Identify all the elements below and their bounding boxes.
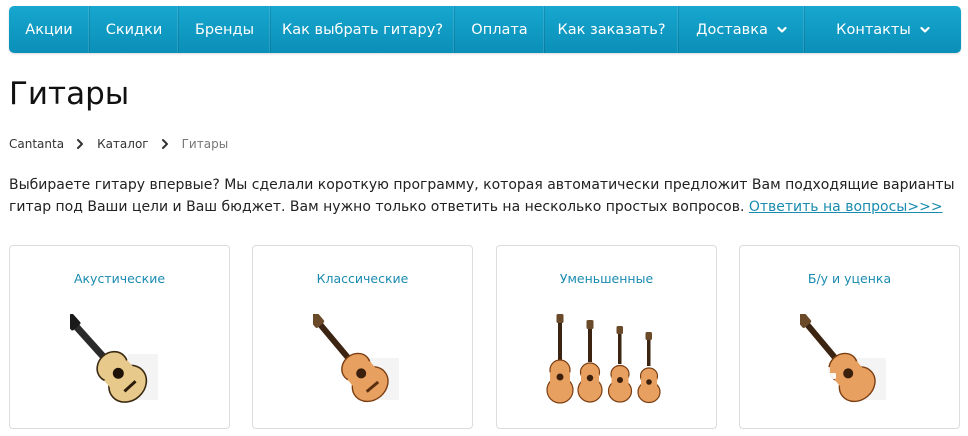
page-title: Гитары	[9, 76, 130, 112]
category-label: Б/у и уценка	[807, 271, 892, 286]
nav-item-label: Контакты	[836, 21, 911, 38]
nav-item-label: Оплата	[471, 21, 528, 38]
nav-item-how-to-choose[interactable]: Как выбрать гитару?	[271, 6, 455, 53]
breadcrumb: Cantanta Каталог Гитары	[9, 137, 228, 151]
nav-item-promotions[interactable]: Акции	[9, 6, 90, 53]
nav-item-label: Акции	[25, 21, 73, 38]
nav-item-discounts[interactable]: Скидки	[90, 6, 179, 53]
nav-item-contacts[interactable]: Контакты	[805, 6, 961, 53]
intro-text: Выбираете гитару впервые? Мы сделали кор…	[9, 174, 959, 218]
acoustic-guitar-icon	[69, 314, 170, 406]
chevron-down-icon	[920, 25, 930, 35]
chevron-right-icon	[161, 138, 169, 150]
category-card-reduced[interactable]: Уменьшенные	[496, 245, 717, 429]
nav-item-label: Бренды	[194, 21, 255, 38]
chevron-right-icon	[76, 138, 84, 150]
category-label: Акустические	[73, 271, 166, 286]
category-card-acoustic[interactable]: Акустические	[9, 245, 230, 429]
category-card-classical[interactable]: Классические	[252, 245, 473, 429]
breadcrumb-home[interactable]: Cantanta	[9, 137, 64, 151]
questionnaire-link[interactable]: Ответить на вопросы>>>	[749, 199, 943, 215]
category-label: Уменьшенные	[559, 271, 654, 286]
main-nav: Акции Скидки Бренды Как выбрать гитару? …	[9, 6, 961, 53]
category-label: Классические	[316, 271, 409, 286]
classical-guitar-icon	[312, 314, 413, 406]
nav-item-how-to-order[interactable]: Как заказать?	[545, 6, 679, 53]
reduced-guitars-icon	[542, 314, 672, 406]
nav-item-payment[interactable]: Оплата	[455, 6, 545, 53]
nav-item-label: Как заказать?	[557, 21, 666, 38]
breadcrumb-catalog[interactable]: Каталог	[97, 137, 149, 151]
nav-item-label: Доставка	[696, 21, 768, 38]
nav-item-label: Как выбрать гитару?	[281, 21, 444, 38]
nav-item-brands[interactable]: Бренды	[179, 6, 271, 53]
category-card-used[interactable]: Б/у и уценка	[739, 245, 960, 429]
used-guitar-icon	[799, 314, 900, 406]
chevron-down-icon	[777, 25, 787, 35]
nav-item-delivery[interactable]: Доставка	[679, 6, 805, 53]
nav-item-label: Скидки	[105, 21, 163, 38]
breadcrumb-current: Гитары	[181, 137, 229, 151]
